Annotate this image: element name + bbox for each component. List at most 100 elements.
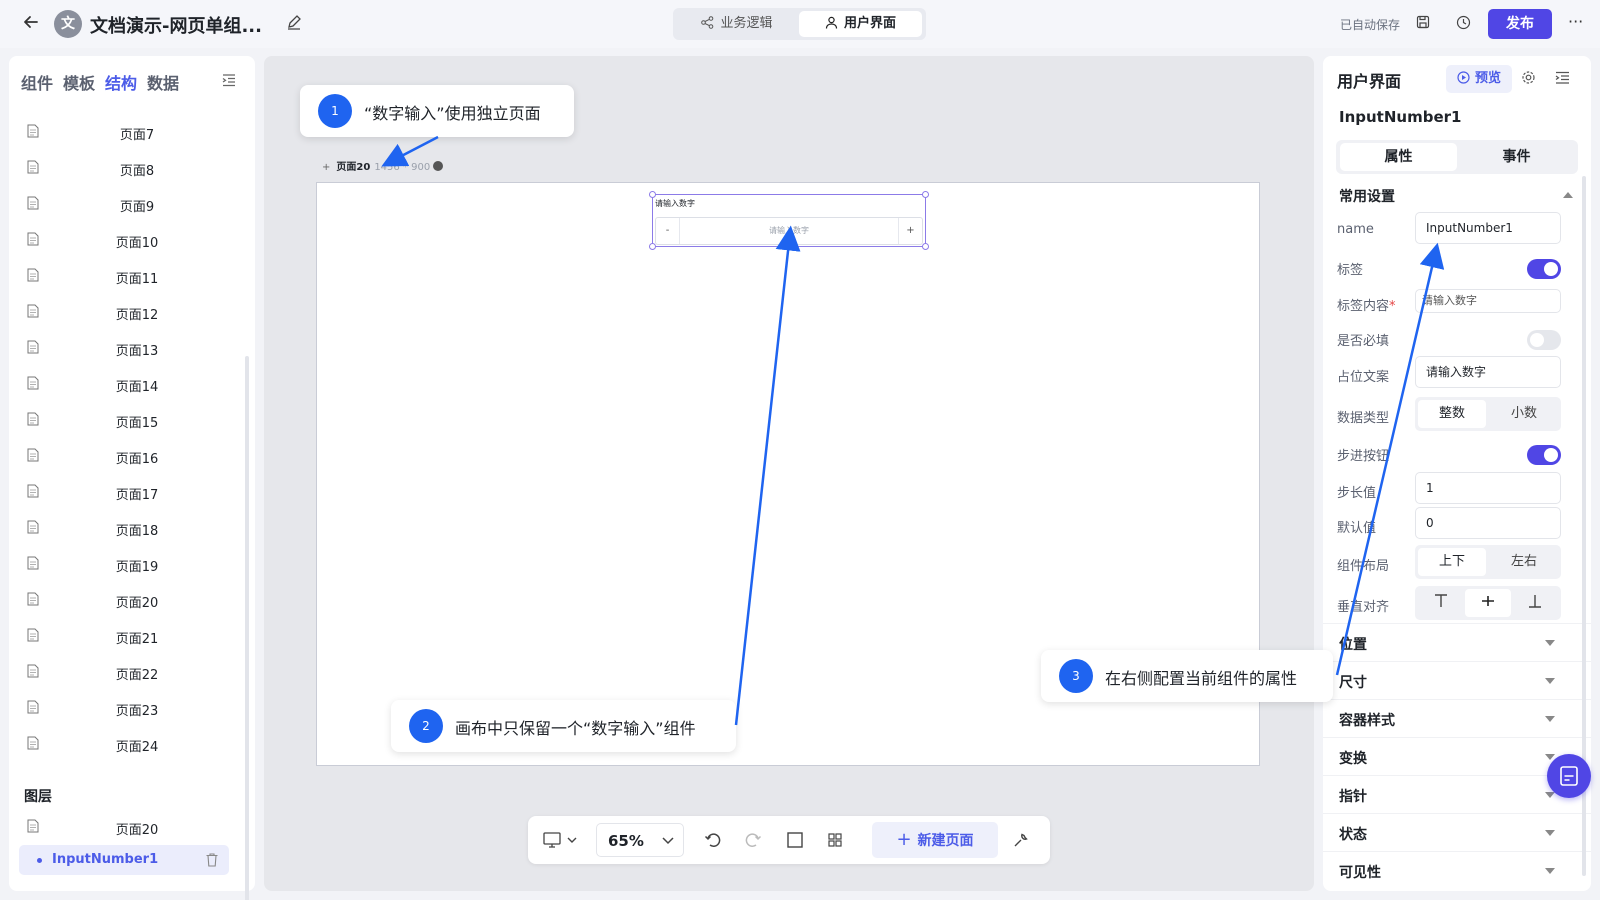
preview-button[interactable]: 预览 <box>1446 65 1512 93</box>
history-icon[interactable] <box>1456 15 1472 31</box>
tab-data[interactable]: 数据 <box>147 74 179 93</box>
settings-gear-icon[interactable] <box>1521 70 1537 86</box>
resize-handle[interactable] <box>922 243 929 250</box>
resize-handle[interactable] <box>922 191 929 198</box>
step-button-toggle[interactable] <box>1527 445 1561 465</box>
trash-icon[interactable] <box>205 852 219 868</box>
assistant-fab-icon[interactable] <box>1547 754 1591 798</box>
increment-button[interactable]: + <box>898 218 922 244</box>
section-visibility[interactable]: 可见性 <box>1323 851 1591 889</box>
page-list-item[interactable]: 页面9 <box>9 186 249 222</box>
zoom-select[interactable]: 65% <box>596 823 684 857</box>
annotation-text: 画布中只保留一个“数字输入”组件 <box>455 719 696 738</box>
tab-business-logic[interactable]: 业务逻辑 <box>677 11 797 37</box>
page-list-item[interactable]: 页面15 <box>9 402 249 438</box>
page-list-item[interactable]: 页面23 <box>9 690 249 726</box>
tag-content-input[interactable]: 请输入数字 <box>1415 289 1561 313</box>
page-list-item[interactable]: 页面22 <box>9 654 249 690</box>
required-toggle[interactable] <box>1527 330 1561 350</box>
new-page-button[interactable]: + 新建页面 <box>872 822 998 858</box>
placeholder-input[interactable]: 请输入数字 <box>1415 356 1561 388</box>
section-position[interactable]: 位置 <box>1323 623 1591 661</box>
section-size[interactable]: 尺寸 <box>1323 661 1591 699</box>
align-middle-icon[interactable] <box>1465 589 1511 617</box>
tab-properties[interactable]: 属性 <box>1340 143 1457 171</box>
page-list-item[interactable]: 页面17 <box>9 474 249 510</box>
prop-tag-label: 标签 <box>1337 263 1364 278</box>
page-list-item[interactable]: 页面8 <box>9 150 249 186</box>
more-options-icon[interactable]: ··· <box>1568 12 1583 31</box>
caret-up-icon[interactable] <box>1563 192 1573 198</box>
page-list-item[interactable]: 页面20 <box>9 582 249 618</box>
layer-component-item[interactable]: InputNumber1 <box>19 845 229 875</box>
component-placeholder: 请输入数字 <box>769 226 809 235</box>
tab-events[interactable]: 事件 <box>1458 143 1575 171</box>
page-list-item[interactable]: 页面11 <box>9 258 249 294</box>
wrench-icon[interactable] <box>1012 830 1030 850</box>
section-container-style-label: 容器样式 <box>1339 713 1395 729</box>
play-icon[interactable] <box>433 161 444 171</box>
page-list-item[interactable]: 页面18 <box>9 510 249 546</box>
publish-button[interactable]: 发布 <box>1488 9 1552 39</box>
edit-pencil-icon[interactable] <box>286 14 304 32</box>
layer-page-item[interactable]: 页面20 <box>9 809 249 845</box>
left-panel: 组件 模板 结构 数据 页面7 页面8 页面9 页面10 页面11 页面12 页面13 页面14 页面… <box>9 56 255 900</box>
outline-list-icon[interactable] <box>1555 70 1571 86</box>
grid-icon[interactable] <box>826 830 844 850</box>
save-icon[interactable] <box>1416 15 1432 31</box>
redo-icon[interactable] <box>744 830 762 850</box>
section-state[interactable]: 状态 <box>1323 813 1591 851</box>
page-list-item[interactable]: 页面7 <box>9 114 249 150</box>
input-number-component[interactable]: 请输入数字 - 请输入数字 + <box>652 194 926 247</box>
tab-templates[interactable]: 模板 <box>63 74 95 93</box>
prop-step-btn-row: 步进按钮 <box>1337 435 1577 471</box>
name-input[interactable]: InputNumber1 <box>1415 212 1561 244</box>
common-settings-heading[interactable]: 常用设置 <box>1339 186 1395 206</box>
page-list-item[interactable]: 页面10 <box>9 222 249 258</box>
frame-select-icon[interactable] <box>786 830 804 850</box>
component-input[interactable]: - 请输入数字 + <box>655 217 923 245</box>
tab-user-interface[interactable]: 用户界面 <box>799 11 922 37</box>
back-arrow-icon[interactable] <box>22 13 42 33</box>
page-list-item[interactable]: 页面24 <box>9 726 249 762</box>
frame-label[interactable]: + 页面20 1456 * 900 <box>322 158 444 173</box>
page-list-item[interactable]: 页面19 <box>9 546 249 582</box>
section-visibility-label: 可见性 <box>1339 865 1381 881</box>
decrement-button[interactable]: - <box>656 218 680 244</box>
layout-horizontal[interactable]: 左右 <box>1490 548 1558 576</box>
page-list-label: 页面12 <box>115 308 159 323</box>
annotation-text: 在右侧配置当前组件的属性 <box>1105 669 1298 688</box>
prop-step-row: 步长值 1 <box>1337 472 1577 508</box>
datatype-integer[interactable]: 整数 <box>1418 400 1486 428</box>
user-icon <box>825 16 838 29</box>
page-list-item[interactable]: 页面16 <box>9 438 249 474</box>
tab-components[interactable]: 组件 <box>21 74 53 93</box>
tag-toggle[interactable] <box>1527 259 1561 279</box>
resize-handle[interactable] <box>649 191 656 198</box>
page-list-item[interactable]: 页面21 <box>9 618 249 654</box>
layer-component-label: InputNumber1 <box>52 852 159 867</box>
move-cross-icon[interactable]: + <box>322 162 330 173</box>
plus-icon: + <box>896 829 912 850</box>
page-list-item[interactable]: 页面13 <box>9 330 249 366</box>
default-input[interactable]: 0 <box>1415 507 1561 539</box>
prop-default-row: 默认值 0 <box>1337 507 1577 543</box>
page-list-label: 页面24 <box>115 740 159 755</box>
undo-icon[interactable] <box>704 830 722 850</box>
step-input[interactable]: 1 <box>1415 472 1561 504</box>
resize-handle[interactable] <box>649 243 656 250</box>
align-bottom-icon[interactable] <box>1512 589 1558 617</box>
prop-valign-row: 垂直对齐 <box>1337 586 1577 622</box>
section-container-style[interactable]: 容器样式 <box>1323 699 1591 737</box>
page-list-label: 页面11 <box>115 272 159 287</box>
datatype-decimal[interactable]: 小数 <box>1490 400 1558 428</box>
layout-vertical[interactable]: 上下 <box>1418 548 1486 576</box>
align-top-icon[interactable] <box>1418 589 1464 617</box>
collapse-panel-icon[interactable] <box>221 72 237 88</box>
tab-structure[interactable]: 结构 <box>105 74 137 93</box>
device-monitor-icon[interactable] <box>542 830 582 850</box>
page-list-item[interactable]: 页面12 <box>9 294 249 330</box>
page-list-label: 页面20 <box>115 596 159 611</box>
prop-valign-label: 垂直对齐 <box>1337 600 1390 615</box>
page-list-item[interactable]: 页面14 <box>9 366 249 402</box>
